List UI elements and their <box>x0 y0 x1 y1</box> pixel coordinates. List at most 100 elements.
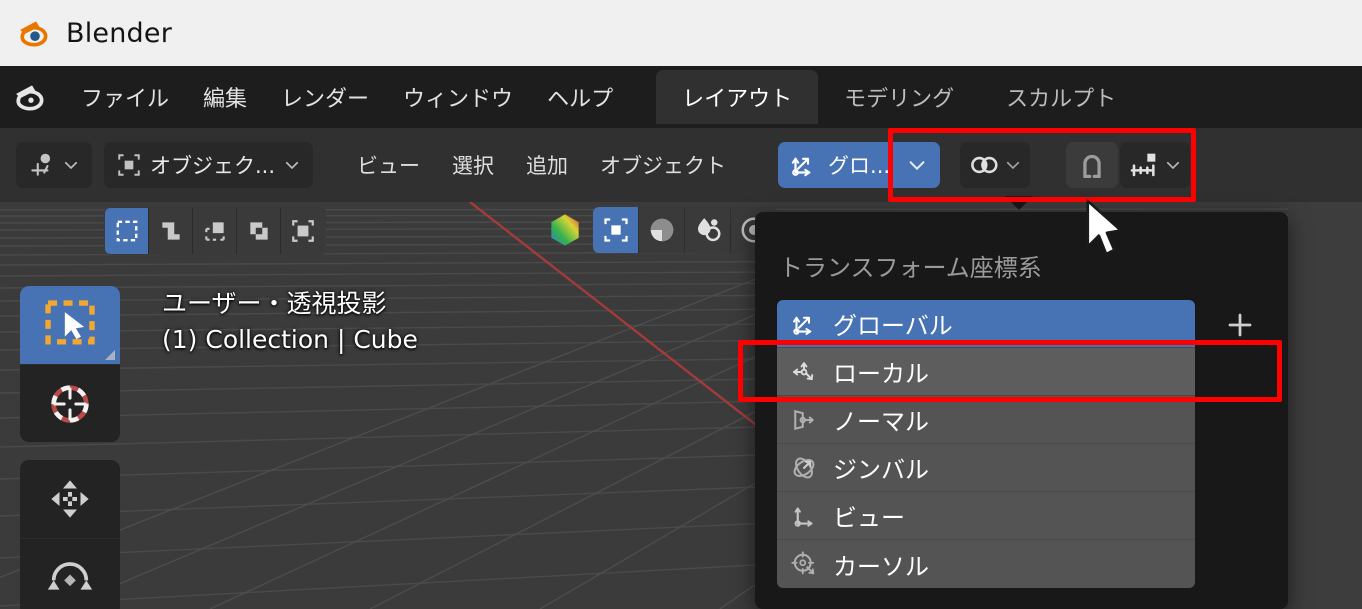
tool-rotate[interactable] <box>20 538 120 609</box>
orientation-gimbal-icon <box>793 457 815 478</box>
orientation-cursor-icon <box>791 551 815 575</box>
blender-top-bar: ファイル 編集 レンダー ウィンドウ ヘルプ レイアウト モデリング スカルプト… <box>0 66 1362 128</box>
editor-type-button[interactable] <box>16 142 92 188</box>
dropdown-item-local[interactable]: ローカル <box>777 348 1195 396</box>
chevron-down-icon <box>909 161 925 171</box>
move-arrows-icon <box>51 480 89 518</box>
chevron-down-icon <box>1006 161 1020 170</box>
tweak-select-box-icon <box>45 300 95 345</box>
show-overlays-button[interactable] <box>639 207 685 253</box>
viewport-header: オブジェク... ビュー 選択 追加 オブジェクト グロ... <box>0 128 1362 202</box>
menu-help[interactable]: ヘルプ <box>530 77 630 117</box>
dropdown-item-global[interactable]: グローバル <box>777 300 1195 348</box>
dropdown-item-cursor[interactable]: カーソル <box>777 540 1195 588</box>
chevron-down-icon <box>64 161 78 170</box>
dropdown-item-label: ノーマル <box>833 408 929 436</box>
dropdown-item-label: ビュー <box>833 504 905 532</box>
viewport-menu-bar: ビュー 選択 追加 オブジェクト <box>341 145 742 185</box>
tool-expand-corner <box>105 350 115 360</box>
vp-menu-select[interactable]: 選択 <box>436 145 510 185</box>
snap-increment-icon <box>1130 153 1156 177</box>
magnet-icon <box>1083 154 1101 178</box>
shading-buttons <box>593 207 777 253</box>
tool-tweak[interactable] <box>20 286 120 364</box>
mouse-pointer-icon <box>1086 199 1123 256</box>
cursor-3d-icon <box>51 384 89 423</box>
orientation-view-icon <box>794 506 813 527</box>
select-mode-subtract[interactable] <box>193 208 237 254</box>
proportional-editing-icon <box>971 156 998 174</box>
select-extend-icon <box>161 222 180 240</box>
dropdown-item-label: ローカル <box>833 360 929 388</box>
select-mode-set[interactable] <box>105 208 149 254</box>
color-hexagon-icon[interactable] <box>545 210 585 250</box>
vp-menu-object[interactable]: オブジェクト <box>584 145 742 185</box>
select-set-icon <box>116 220 137 242</box>
select-mode-extend[interactable] <box>149 208 193 254</box>
mode-selector-button[interactable]: オブジェク... <box>104 142 314 188</box>
orientation-local-icon <box>793 361 814 380</box>
orientation-list: グローバル ローカル ノーマル ジンバル ビュー カーソル <box>777 300 1195 588</box>
rotate-icon <box>47 561 93 590</box>
window-title: Blender <box>66 17 172 49</box>
overlays-sphere-icon <box>650 218 673 242</box>
dropdown-item-label: グローバル <box>833 312 953 340</box>
tab-sculpting[interactable]: スカルプト <box>980 70 1142 124</box>
vp-menu-view[interactable]: ビュー <box>341 145 436 185</box>
viewport-right-edge <box>1288 202 1362 609</box>
viewport-toolbar <box>20 286 120 609</box>
workspace-tabs: レイアウト モデリング スカルプト U <box>656 66 1170 128</box>
xray-droplet-icon <box>697 218 720 242</box>
object-mode-icon <box>118 154 140 176</box>
select-invert-icon <box>249 222 268 240</box>
transform-orientation-label: グロ... <box>828 154 891 178</box>
blender-window: Blender ファイル 編集 レンダー ウィンドウ ヘルプ レイアウト モデリ… <box>0 0 1362 609</box>
select-mode-intersect[interactable] <box>281 208 325 254</box>
snapping-group <box>1066 142 1191 188</box>
menu-edit[interactable]: 編集 <box>186 77 264 117</box>
blender-logo-icon[interactable] <box>14 80 48 114</box>
dropdown-item-label: ジンバル <box>833 456 929 484</box>
tab-layout[interactable]: レイアウト <box>656 70 819 124</box>
chevron-down-icon <box>1166 161 1180 170</box>
tool-group-select <box>20 286 120 442</box>
dropdown-item-gimbal[interactable]: ジンバル <box>777 444 1195 492</box>
transform-orientation-dropdown: トランスフォーム座標系 グローバル ローカル ノーマル ジンバル ビュー カーソ… <box>755 212 1288 609</box>
plus-icon[interactable] <box>1225 310 1255 340</box>
xray-toggle-button[interactable] <box>685 207 731 253</box>
select-subtract-icon <box>204 222 225 241</box>
orientation-normal-icon <box>794 409 814 430</box>
viewport-shading-group <box>545 207 777 253</box>
dropdown-item-label: カーソル <box>833 552 929 581</box>
editor-type-icon <box>31 153 51 176</box>
blender-logo-icon <box>20 21 48 47</box>
show-gizmo-button[interactable] <box>593 207 639 253</box>
menu-render[interactable]: レンダー <box>264 77 386 117</box>
vp-menu-add[interactable]: 追加 <box>510 145 584 185</box>
menu-file[interactable]: ファイル <box>64 77 186 117</box>
global-orientation-icon <box>791 157 811 177</box>
orientation-global-icon <box>792 316 812 335</box>
tab-modeling[interactable]: モデリング <box>818 70 980 124</box>
snap-target-button[interactable] <box>1120 142 1191 188</box>
dropdown-title: トランスフォーム座標系 <box>779 254 1042 282</box>
tool-cursor[interactable] <box>20 364 120 442</box>
snap-magnet-button[interactable] <box>1066 142 1119 188</box>
tool-move[interactable] <box>20 460 120 538</box>
gizmo-box-icon <box>603 218 628 242</box>
tab-uv-editing[interactable]: U <box>1142 74 1170 121</box>
main-menu-bar: ファイル 編集 レンダー ウィンドウ ヘルプ <box>64 77 630 117</box>
proportional-editing-button[interactable] <box>960 142 1031 188</box>
dropdown-item-normal[interactable]: ノーマル <box>777 396 1195 444</box>
select-mode-group <box>104 207 326 255</box>
tool-group-transform <box>20 460 120 609</box>
dropdown-item-view[interactable]: ビュー <box>777 492 1195 540</box>
select-intersect-icon <box>292 220 314 242</box>
transform-orientation-button[interactable]: グロ... <box>778 142 941 188</box>
mode-selector-label: オブジェク... <box>150 154 276 178</box>
select-mode-invert[interactable] <box>237 208 281 254</box>
os-title-bar: Blender <box>0 0 1362 66</box>
popover-tail <box>1005 196 1033 210</box>
menu-window[interactable]: ウィンドウ <box>386 77 530 117</box>
chevron-down-icon <box>285 161 299 170</box>
